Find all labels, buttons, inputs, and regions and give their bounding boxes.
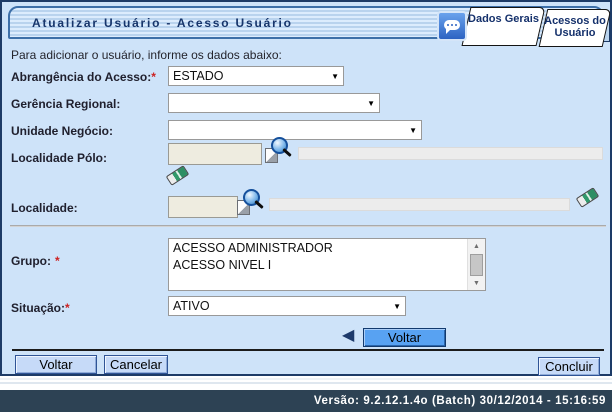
app-window: Atualizar Usuário - Acesso Usuário Acess…	[0, 0, 612, 412]
required-marker: *	[55, 254, 60, 268]
grupo-listbox[interactable]: ACESSO ADMINISTRADOR ACESSO NIVEL I ▲ ▼	[168, 238, 486, 291]
abrangencia-select[interactable]: ESTADO ▼	[168, 66, 344, 86]
tab-label: Dados Gerais	[468, 13, 539, 25]
label-text: Situação:	[11, 301, 66, 315]
tab-label: Acessos do Usuário	[544, 15, 606, 39]
required-marker: *	[65, 301, 70, 315]
label-text: Grupo:	[11, 254, 51, 268]
chat-bubble-icon[interactable]	[437, 11, 467, 41]
back-arrow-icon[interactable]: ◀	[342, 327, 354, 345]
localidade-label: Localidade:	[11, 201, 78, 215]
eraser-glyph	[165, 165, 190, 186]
tab-dados-gerais[interactable]: Dados Gerais	[461, 7, 546, 46]
page-title: Atualizar Usuário - Acesso Usuário	[32, 16, 293, 30]
situacao-label: Situação:*	[11, 301, 70, 315]
gerencia-select[interactable]: ▼	[168, 93, 380, 113]
required-marker: *	[151, 70, 156, 84]
situacao-select[interactable]: ATIVO ▼	[168, 296, 406, 316]
localidade-polo-input	[168, 143, 262, 165]
chevron-down-icon: ▼	[331, 72, 339, 81]
localidade-polo-clear-eraser-icon[interactable]	[165, 165, 190, 186]
localidade-description-field	[269, 198, 570, 211]
scroll-down-icon[interactable]: ▼	[468, 276, 485, 290]
section-divider	[10, 225, 606, 227]
voltar-inline-button[interactable]: Voltar	[363, 328, 446, 347]
grupo-label: Grupo: *	[11, 254, 60, 268]
grupo-option[interactable]: ACESSO ADMINISTRADOR	[169, 239, 485, 256]
localidade-polo-label: Localidade Pólo:	[11, 151, 108, 165]
intro-text: Para adicionar o usuário, informe os dad…	[11, 48, 282, 62]
unidade-label: Unidade Negócio:	[11, 124, 114, 138]
form-panel: Atualizar Usuário - Acesso Usuário Acess…	[0, 0, 612, 376]
concluir-button[interactable]: Concluir	[538, 357, 600, 376]
chevron-down-icon: ▼	[393, 302, 401, 311]
localidade-polo-description-field	[298, 147, 603, 160]
localidade-clear-eraser-icon[interactable]	[575, 187, 600, 208]
unidade-select[interactable]: ▼	[168, 120, 422, 140]
version-status-bar: Versão: 9.2.12.1.4o (Batch) 30/12/2014 -…	[0, 390, 612, 412]
grupo-option[interactable]: ACESSO NIVEL I	[169, 256, 485, 273]
page-gap-stripes	[0, 376, 612, 390]
scrollbar-thumb[interactable]	[470, 254, 483, 276]
listbox-scrollbar[interactable]: ▲ ▼	[467, 239, 485, 290]
localidade-search-icon[interactable]	[237, 189, 267, 217]
selected-value: ATIVO	[173, 299, 210, 313]
gerencia-label: Gerência Regional:	[11, 97, 121, 111]
voltar-button[interactable]: Voltar	[15, 355, 97, 374]
chevron-down-icon: ▼	[367, 99, 375, 108]
cancelar-button[interactable]: Cancelar	[104, 355, 168, 374]
abrangencia-label: Abrangência do Acesso:*	[11, 70, 156, 84]
label-text: Abrangência do Acesso:	[11, 70, 152, 84]
tab-acessos-do-usuario[interactable]: Acessos do Usuário	[538, 9, 612, 47]
selected-value: ESTADO	[173, 69, 224, 83]
footer-separator-line	[12, 349, 604, 351]
eraser-glyph	[575, 187, 600, 208]
localidade-polo-search-icon[interactable]	[265, 137, 295, 165]
localidade-input	[168, 196, 238, 218]
scroll-up-icon[interactable]: ▲	[468, 239, 485, 253]
speech-bubble-glyph	[444, 20, 460, 34]
chevron-down-icon: ▼	[409, 126, 417, 135]
